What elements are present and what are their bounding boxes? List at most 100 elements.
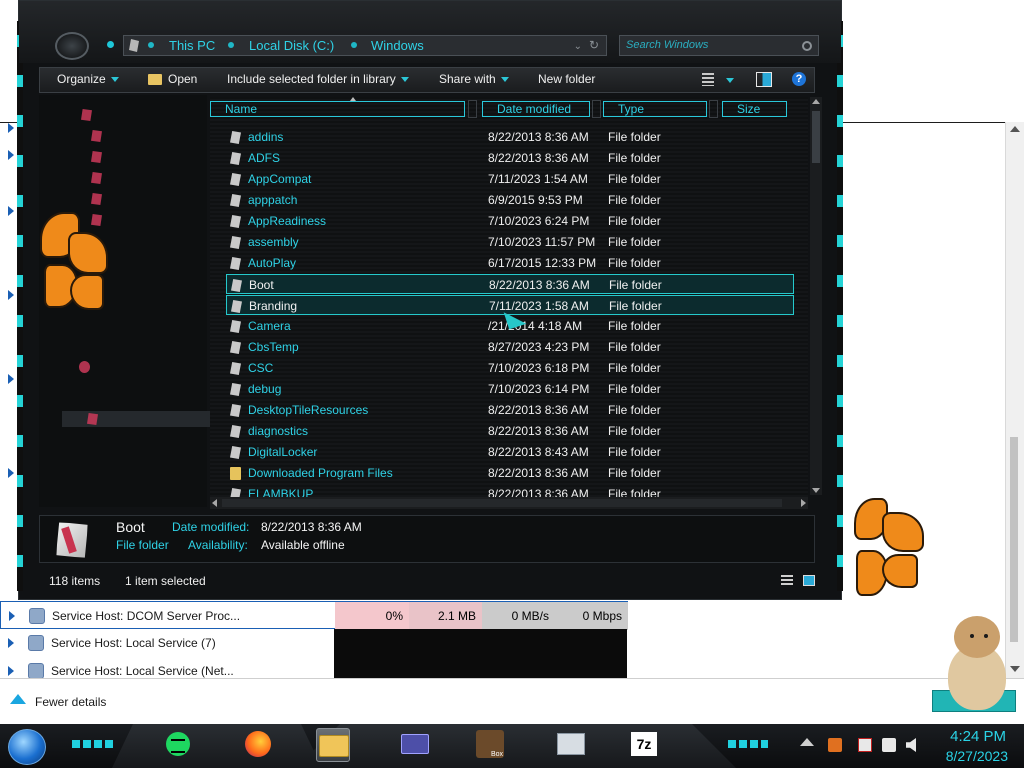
file-row[interactable]: addins 8/22/2013 8:36 AM File folder	[226, 127, 794, 147]
file-row[interactable]: DesktopTileResources 8/22/2013 8:36 AM Fil…	[226, 400, 794, 420]
scroll-thumb[interactable]	[222, 499, 782, 507]
fewer-details-link[interactable]: Fewer details	[35, 695, 106, 709]
nav-selected-item[interactable]	[62, 411, 224, 427]
taskbar-decoration	[112, 724, 322, 768]
file-row[interactable]: AppCompat 7/11/2023 1:54 AM File folder	[226, 169, 794, 189]
search-icon[interactable]	[802, 41, 812, 51]
action-center-icon[interactable]	[858, 738, 872, 752]
view-options-icon[interactable]	[702, 73, 714, 86]
up-arrow-icon[interactable]	[10, 694, 26, 704]
column-header-date[interactable]: Date modified	[482, 101, 590, 117]
file-row[interactable]: AppReadiness 7/10/2023 6:24 PM File folder	[226, 211, 794, 231]
preview-pane-icon[interactable]	[756, 72, 772, 87]
clock-time[interactable]: 4:24 PM	[942, 728, 1006, 745]
expand-chevron-icon[interactable]	[8, 206, 14, 216]
breadcrumb-this-pc[interactable]: This PC	[169, 38, 215, 53]
breadcrumb-separator-icon[interactable]	[148, 42, 154, 48]
recent-locations-icon[interactable]	[107, 41, 114, 48]
network-status-icon[interactable]	[882, 738, 896, 752]
scroll-down-icon[interactable]	[812, 488, 820, 493]
folder-icon	[230, 152, 241, 165]
back-button[interactable]	[55, 32, 89, 60]
breadcrumb-separator-icon[interactable]	[351, 42, 357, 48]
folder-icon	[230, 215, 241, 228]
file-row[interactable]: CbsTemp 8/27/2023 4:23 PM File folder	[226, 337, 794, 357]
column-header-type[interactable]: Type	[603, 101, 707, 117]
scroll-right-icon[interactable]	[801, 499, 806, 507]
scroll-thumb[interactable]	[1010, 437, 1018, 642]
file-row[interactable]: diagnostics 8/22/2013 8:36 AM File folder	[226, 421, 794, 441]
file-row[interactable]: Boot 8/22/2013 8:36 AM File folder	[226, 274, 794, 294]
recent-places-icon	[91, 172, 102, 184]
breadcrumb-separator-icon[interactable]	[228, 42, 234, 48]
breadcrumb-windows[interactable]: Windows	[371, 38, 424, 53]
id-card-icon	[401, 734, 429, 754]
column-divider[interactable]	[592, 100, 601, 118]
search-box[interactable]: Search Windows	[619, 35, 819, 56]
expand-chevron-icon[interactable]	[8, 150, 14, 160]
java-update-icon[interactable]	[828, 738, 842, 752]
scroll-up-icon[interactable]	[812, 99, 820, 104]
firefox-button[interactable]	[242, 728, 274, 760]
organize-button[interactable]: Organize	[57, 72, 119, 86]
file-row[interactable]: DigitalLocker 8/22/2013 8:43 AM File folde…	[226, 442, 794, 462]
file-row[interactable]: ELAMBKUP 8/22/2013 8:36 AM File folder	[226, 484, 794, 497]
file-type: File folder	[608, 340, 661, 354]
expand-chevron-icon[interactable]	[9, 611, 15, 621]
expand-chevron-icon[interactable]	[8, 666, 14, 676]
scroll-up-icon[interactable]	[1010, 126, 1020, 132]
column-divider[interactable]	[468, 100, 477, 118]
file-row[interactable]: Downloaded Program Files 8/22/2013 8:36 A…	[226, 463, 794, 483]
table-row[interactable]: Service Host: Local Service (7)	[0, 629, 628, 657]
view-dropdown-icon[interactable]	[726, 78, 734, 83]
breadcrumb-local-disk[interactable]: Local Disk (C:)	[249, 38, 334, 53]
task-manager-taskbar-button[interactable]	[554, 728, 586, 760]
expand-chevron-icon[interactable]	[8, 290, 14, 300]
expand-chevron-icon[interactable]	[8, 468, 14, 478]
column-header-name[interactable]: Name	[210, 101, 465, 117]
file-row[interactable]: apppatch 6/9/2015 9:53 PM File folder	[226, 190, 794, 210]
file-list-horizontal-scrollbar[interactable]	[210, 497, 808, 509]
file-row[interactable]: CSC 7/10/2023 6:18 PM File folder	[226, 358, 794, 378]
clock-date[interactable]: 8/27/2023	[936, 748, 1008, 764]
file-row[interactable]: assembly 7/10/2023 11:57 PM File folder	[226, 232, 794, 252]
new-folder-button[interactable]: New folder	[538, 72, 595, 86]
file-list[interactable]: Name Date modified Type Size addins 8/22/…	[210, 97, 808, 497]
address-bar[interactable]: This PC Local Disk (C:) Windows ⌄ ↻	[123, 35, 607, 56]
help-icon[interactable]: ?	[792, 72, 806, 86]
spotify-button[interactable]	[162, 728, 194, 760]
folder-icon	[230, 131, 241, 144]
volume-icon[interactable]	[906, 738, 916, 752]
folder-icon	[230, 341, 241, 354]
app-card-button[interactable]	[398, 728, 430, 760]
expand-chevron-icon[interactable]	[8, 123, 14, 133]
large-icons-view-icon[interactable]	[803, 575, 815, 586]
file-name: assembly	[248, 235, 299, 249]
include-in-library-button[interactable]: Include selected folder in library	[227, 72, 409, 86]
organize-label: Organize	[57, 72, 106, 86]
task-manager-scrollbar[interactable]	[1005, 122, 1024, 678]
file-row[interactable]: AutoPlay 6/17/2015 12:33 PM File folder	[226, 253, 794, 273]
open-button[interactable]: Open	[168, 72, 197, 86]
scroll-down-icon[interactable]	[1010, 666, 1020, 672]
file-list-vertical-scrollbar[interactable]	[810, 97, 822, 495]
box-app-button[interactable]: Box	[474, 728, 506, 760]
file-explorer-taskbar-button[interactable]	[316, 728, 350, 762]
show-hidden-icons-icon[interactable]	[800, 738, 814, 746]
address-dropdown-icon[interactable]: ⌄	[574, 41, 582, 52]
share-with-button[interactable]: Share with	[439, 72, 509, 86]
expand-chevron-icon[interactable]	[8, 374, 14, 384]
expand-chevron-icon[interactable]	[8, 638, 14, 648]
scroll-left-icon[interactable]	[212, 499, 217, 507]
seven-zip-button[interactable]: 7z	[628, 728, 660, 760]
scroll-thumb[interactable]	[812, 111, 820, 163]
start-button[interactable]	[8, 729, 46, 765]
table-row[interactable]: Service Host: DCOM Server Proc... 0% 2.1…	[0, 601, 628, 630]
file-date: 8/22/2013 8:36 AM	[488, 130, 589, 144]
file-row[interactable]: ADFS 8/22/2013 8:36 AM File folder	[226, 148, 794, 168]
column-header-size[interactable]: Size	[722, 101, 787, 117]
refresh-icon[interactable]: ↻	[589, 38, 599, 52]
file-row[interactable]: debug 7/10/2023 6:14 PM File folder	[226, 379, 794, 399]
column-divider[interactable]	[709, 100, 718, 118]
details-view-icon[interactable]	[781, 575, 793, 586]
